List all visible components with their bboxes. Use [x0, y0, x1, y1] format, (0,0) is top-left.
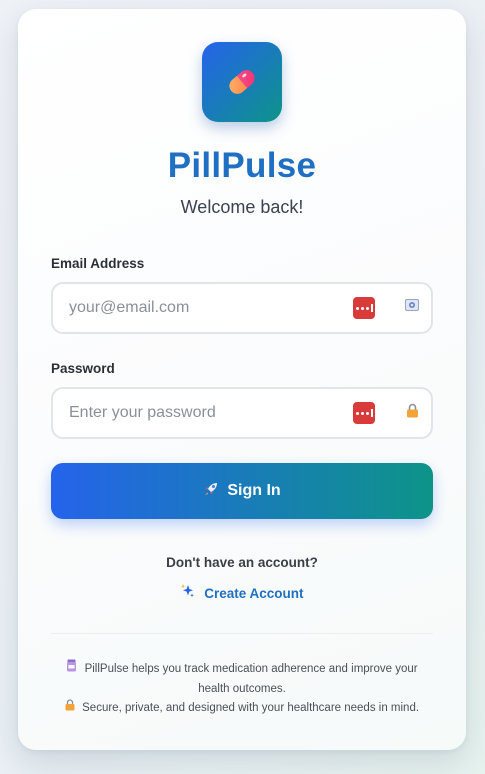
- email-field-wrapper: [51, 282, 433, 334]
- email-field[interactable]: [69, 284, 329, 332]
- sign-in-label: Sign In: [227, 482, 281, 499]
- password-manager-icon[interactable]: [353, 402, 375, 424]
- footer-line-2: health outcomes.: [198, 683, 286, 695]
- sparkles-icon: [180, 584, 199, 601]
- login-card: PillPulse Welcome back! Email Address Pa…: [18, 9, 466, 750]
- password-manager-icon[interactable]: [353, 297, 375, 319]
- create-account-label: Create Account: [204, 586, 304, 601]
- pill-bottle-icon: [66, 659, 80, 675]
- rocket-icon: [203, 481, 219, 501]
- footer-divider: [51, 633, 433, 634]
- email-label: Email Address: [51, 256, 145, 271]
- signup-prompt: Don't have an account?: [166, 555, 318, 570]
- password-label: Password: [51, 361, 115, 376]
- lock-icon: [65, 699, 78, 714]
- password-field-wrapper: [51, 387, 433, 439]
- pill-icon: [229, 70, 255, 94]
- welcome-text: Welcome back!: [180, 197, 304, 217]
- password-field[interactable]: [69, 389, 329, 437]
- create-account-link[interactable]: Create Account: [18, 583, 466, 601]
- app-logo: [202, 42, 282, 122]
- app-title: PillPulse: [167, 146, 317, 185]
- envelope-icon: [403, 298, 421, 316]
- footer-line-3: Secure, private, and designed with your …: [18, 698, 466, 718]
- footer-line-1: PillPulse helps you track medication adh…: [18, 659, 466, 679]
- sign-in-button[interactable]: Sign In: [51, 463, 433, 519]
- lock-icon: [403, 403, 421, 421]
